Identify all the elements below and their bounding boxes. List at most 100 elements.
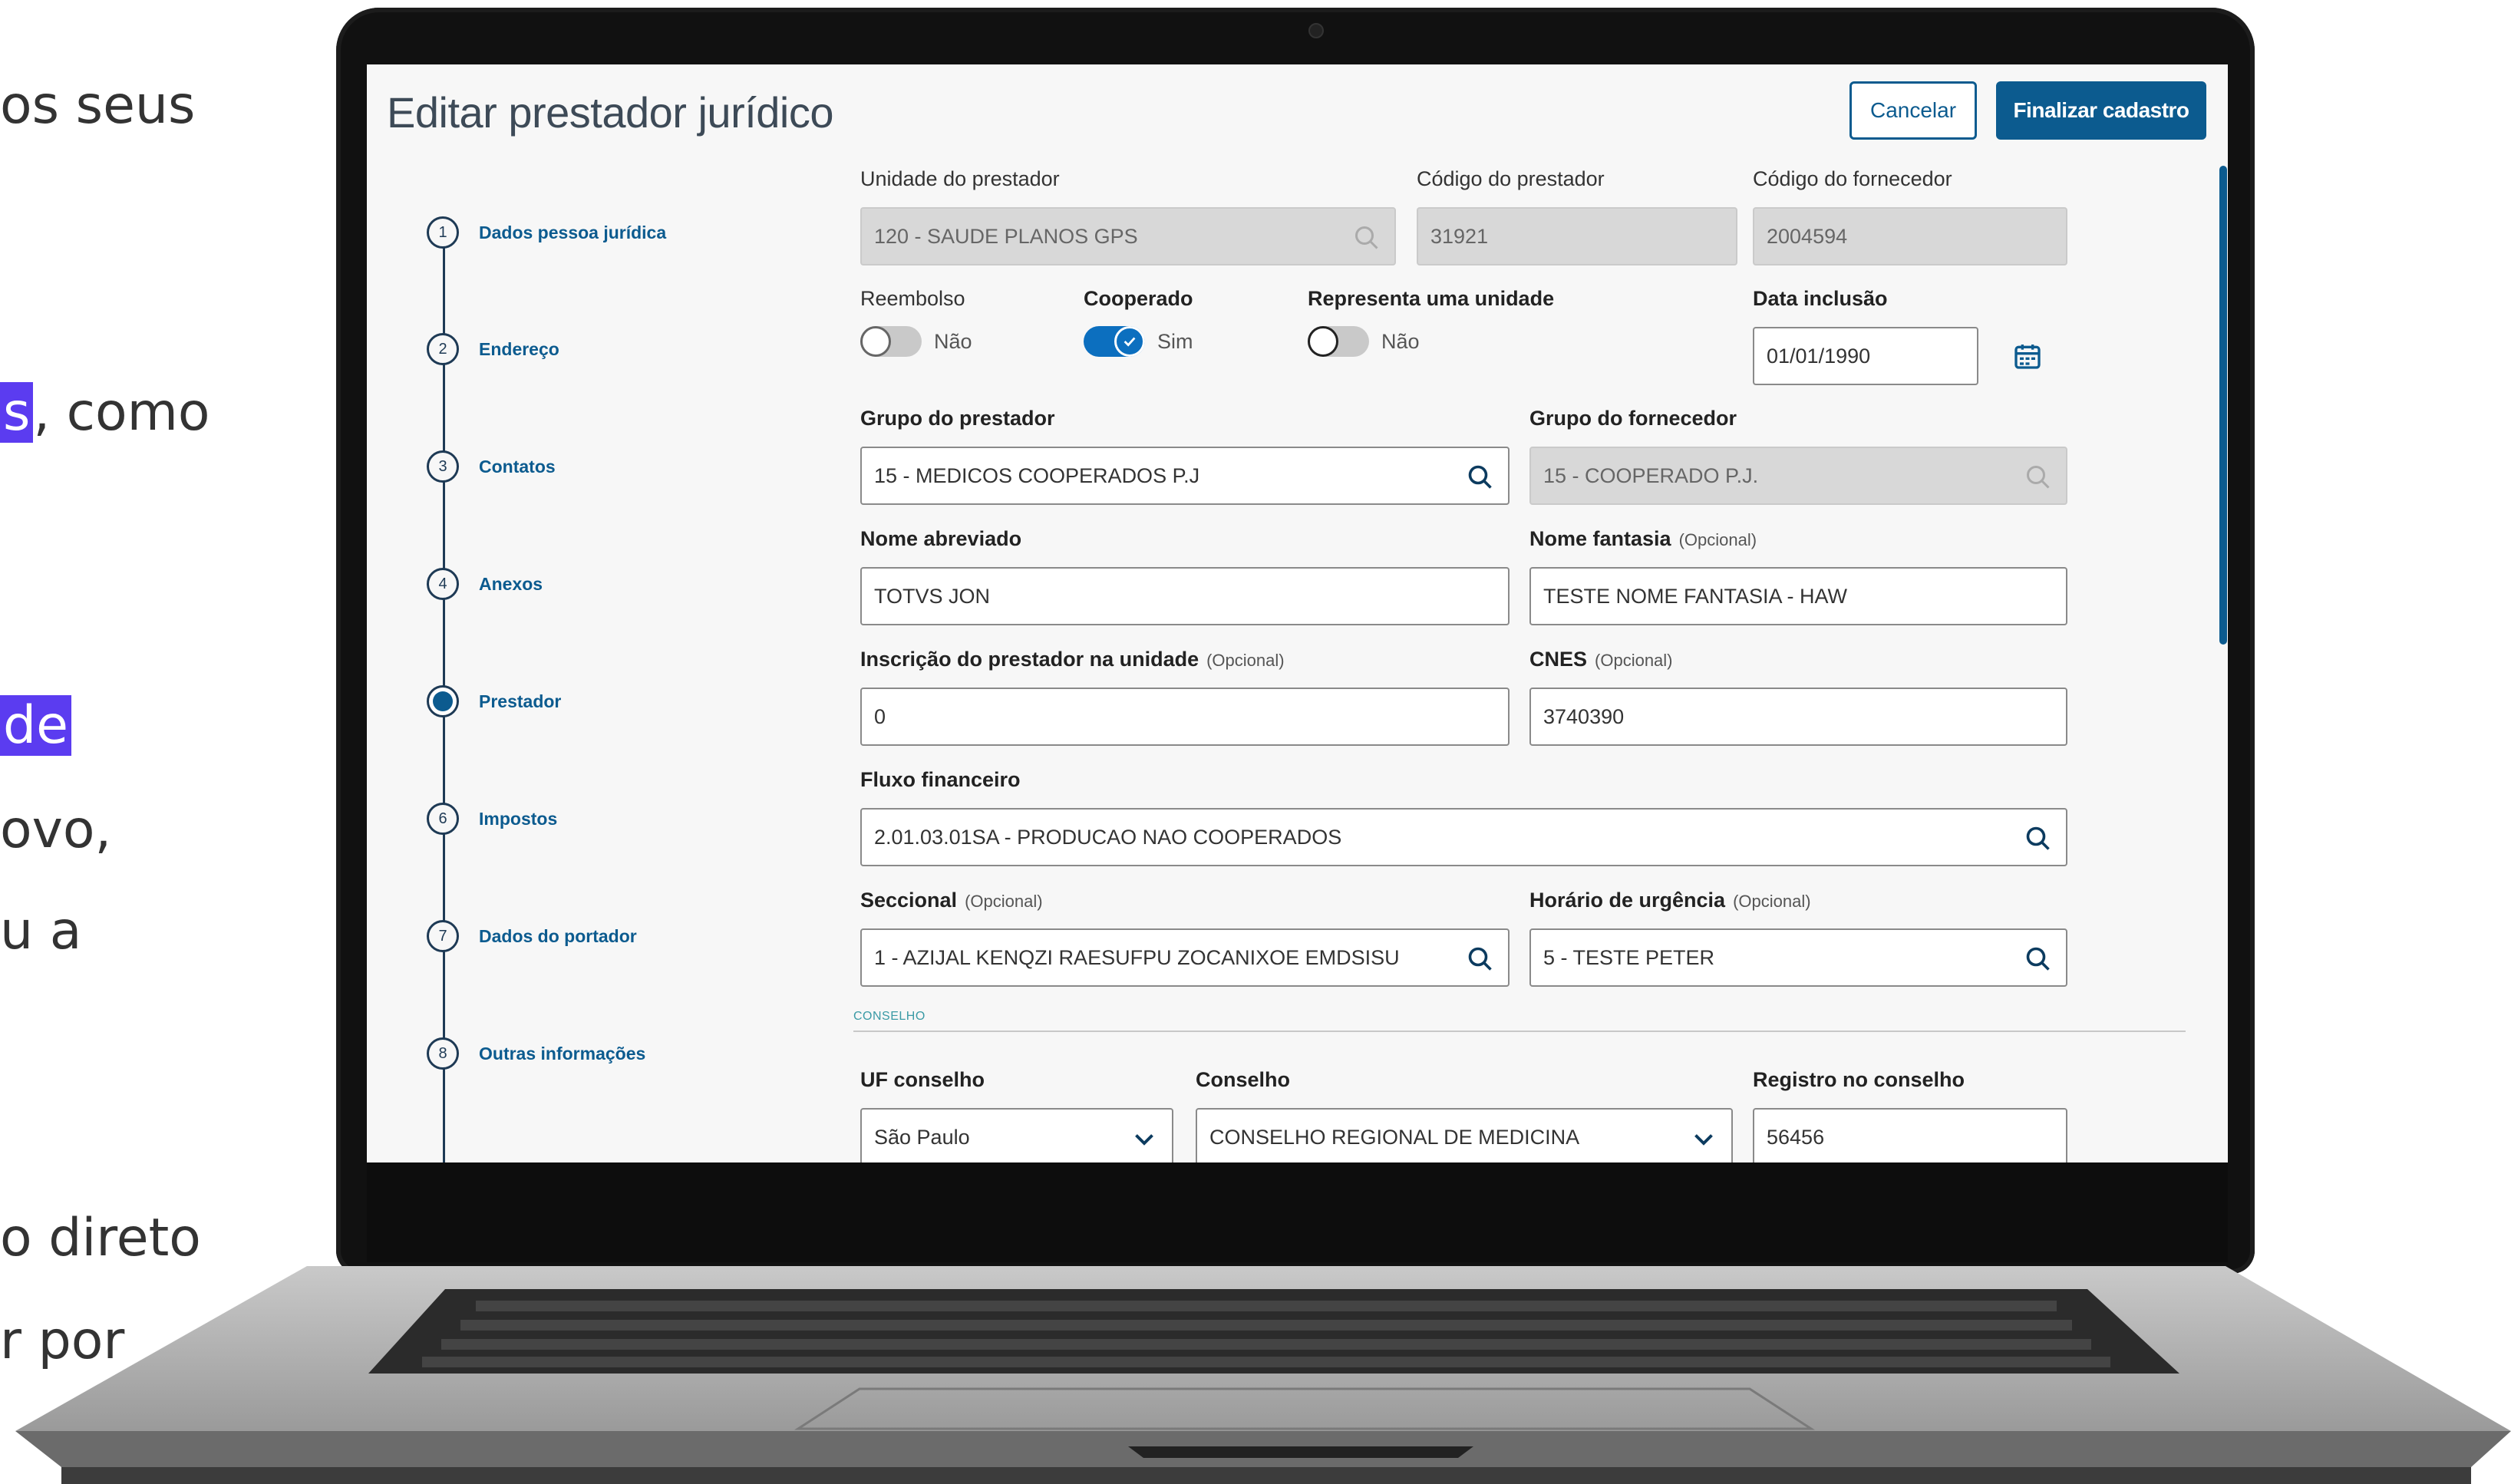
step-label: Endereço [479,338,559,359]
grupo-fornecedor-field: 15 - COOPERADO P.J. [1529,447,2067,505]
representa-toggle[interactable] [1308,326,1369,357]
fluxo-label: Fluxo financeiro [860,768,1021,791]
camera-icon [1308,23,1324,38]
inscricao-label: Inscrição do prestador na unidade (Opcion… [860,648,1285,671]
step-number: 2 [427,333,459,365]
codigo-prestador-field: 31921 [1417,207,1737,265]
chevron-down-icon [1135,1134,1153,1146]
horario-input[interactable]: 5 - TESTE PETER [1529,928,2067,987]
cnes-label-text: CNES [1529,648,1588,671]
chevron-down-icon [1694,1134,1713,1146]
slide-text-highlight: s [0,382,34,443]
page-title: Editar prestador jurídico [387,88,834,137]
step-active-indicator [427,685,459,717]
nome-abreviado-label: Nome abreviado [860,527,1022,550]
nome-fantasia-input[interactable]: TESTE NOME FANTASIA - HAW [1529,567,2067,625]
registro-label: Registro no conselho [1753,1068,1965,1091]
grupo-fornecedor-value: 15 - COOPERADO P.J. [1543,463,1759,487]
codigo-prestador-label: Código do prestador [1417,167,1605,190]
step-endereco[interactable]: 2 Endereço [427,333,559,365]
codigo-fornecedor-field: 2004594 [1753,207,2067,265]
cnes-input[interactable]: 3740390 [1529,688,2067,746]
fluxo-input[interactable]: 2.01.03.01SA - PRODUCAO NAO COOPERADOS [860,808,2067,866]
cnes-label: CNES (Opcional) [1529,648,1673,671]
inscricao-input[interactable]: 0 [860,688,1510,746]
step-label: Prestador [479,691,562,711]
calendar-icon[interactable] [2012,341,2043,371]
conselho-section-title: CONSELHO [853,1010,926,1023]
step-label: Contatos [479,456,556,477]
unidade-value: 120 - SAUDE PLANOS GPS [874,224,1138,248]
nome-fantasia-label: Nome fantasia (Opcional) [1529,527,1757,551]
scrollbar[interactable] [2219,166,2227,645]
horario-label-text: Horário de urgência [1529,889,1726,912]
step-label: Outras informações [479,1043,646,1064]
uf-conselho-value: São Paulo [874,1125,970,1149]
grupo-fornecedor-label: Grupo do fornecedor [1529,407,1737,430]
reembolso-value: Não [934,330,972,353]
step-contatos[interactable]: 3 Contatos [427,450,556,483]
step-prestador[interactable]: Prestador [427,685,561,717]
laptop-bezel [367,1162,2228,1262]
slide-text-line-3: de [0,695,71,756]
check-icon [1124,337,1136,347]
slide-text-line-2-rest: , como [33,382,210,443]
step-label: Impostos [479,808,558,829]
slide-text-line-5: u a [0,901,82,961]
app-screen: Editar prestador jurídico Cancelar Final… [367,64,2228,1162]
step-label: Anexos [479,573,543,594]
slide-text-highlight-2: de [0,695,71,756]
seccional-label-text: Seccional [860,889,958,912]
step-label: Dados do portador [479,925,637,946]
slide-text-line-6: o direto [0,1208,201,1268]
uf-conselho-select[interactable]: São Paulo [860,1108,1173,1162]
grupo-prestador-input[interactable]: 15 - MEDICOS COOPERADOS P.J [860,447,1510,505]
slide-text-line-2: s, como [0,382,210,443]
step-anexos[interactable]: 4 Anexos [427,568,543,600]
seccional-input[interactable]: 1 - AZIJAL KENQZI RAESUFPU ZOCANIXOE EMD… [860,928,1510,987]
conselho-value: CONSELHO REGIONAL DE MEDICINA [1209,1125,1580,1149]
conselho-select[interactable]: CONSELHO REGIONAL DE MEDICINA [1196,1108,1733,1162]
unidade-field: 120 - SAUDE PLANOS GPS [860,207,1396,265]
slide-text-line-4: ovo, [0,800,112,860]
optional-tag: (Opcional) [1733,892,1811,911]
step-number: 6 [427,803,459,835]
nome-abreviado-input[interactable]: TOTVS JON [860,567,1510,625]
horario-label: Horário de urgência (Opcional) [1529,889,1811,912]
step-number: 4 [427,568,459,600]
step-number: 3 [427,450,459,483]
optional-tag: (Opcional) [1678,530,1757,549]
reembolso-label: Reembolso [860,287,965,310]
laptop-base [15,1266,2511,1484]
cancel-button[interactable]: Cancelar [1849,81,1977,140]
slide-text-line-1: os seus [0,75,196,136]
grupo-prestador-label: Grupo do prestador [860,407,1055,430]
uf-conselho-label: UF conselho [860,1068,985,1091]
representa-label: Representa uma unidade [1308,287,1555,310]
data-inclusao-input[interactable]: 01/01/1990 [1753,327,1978,385]
fluxo-value: 2.01.03.01SA - PRODUCAO NAO COOPERADOS [874,825,1342,849]
cooperado-value: Sim [1157,330,1193,353]
search-icon[interactable] [1467,945,1494,973]
step-number: 7 [427,920,459,952]
section-divider [853,1031,2186,1032]
reembolso-toggle[interactable] [860,326,922,357]
step-impostos[interactable]: 6 Impostos [427,803,557,835]
step-number: 1 [427,216,459,249]
unidade-label: Unidade do prestador [860,167,1060,190]
search-icon[interactable] [2024,945,2052,973]
registro-input[interactable]: 56456 [1753,1108,2067,1162]
inscricao-label-text: Inscrição do prestador na unidade [860,648,1199,671]
conselho-label: Conselho [1196,1068,1291,1091]
finish-registration-button[interactable]: Finalizar cadastro [1996,81,2206,140]
search-icon[interactable] [1467,463,1494,491]
cooperado-label: Cooperado [1084,287,1193,310]
search-icon[interactable] [2024,825,2052,852]
step-dados-pessoa-juridica[interactable]: 1 Dados pessoa jurídica [427,216,666,249]
step-outras-informacoes[interactable]: 8 Outras informações [427,1037,645,1070]
nome-fantasia-label-text: Nome fantasia [1529,527,1671,550]
optional-tag: (Opcional) [1206,651,1285,670]
search-icon [1355,226,1378,249]
cooperado-toggle[interactable] [1084,326,1145,357]
step-dados-do-portador[interactable]: 7 Dados do portador [427,920,637,952]
